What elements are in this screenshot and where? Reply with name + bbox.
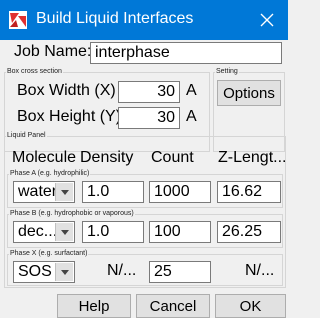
phase-b-count-value: 100 <box>154 223 181 240</box>
chevron-down-icon <box>60 269 69 275</box>
phase-b-molecule-value: dec... <box>18 223 58 240</box>
phase-x-count-input[interactable]: 25 <box>149 261 211 283</box>
chevron-down-icon <box>60 229 69 235</box>
setting-label: Setting <box>215 68 239 76</box>
box-height-unit: A <box>186 108 197 125</box>
window-title: Build Liquid Interfaces <box>36 10 194 27</box>
help-button[interactable]: Help <box>57 294 131 318</box>
phase-a-z-length-value: 16.62 <box>222 183 263 200</box>
close-button[interactable] <box>246 0 288 40</box>
phase-b-z-length-value: 26.25 <box>222 223 263 240</box>
phase-a-density-input[interactable]: 1.0 <box>82 181 144 203</box>
phase-a-z-length-field: 16.62 <box>217 181 281 203</box>
phase-b-dropdown-button[interactable] <box>55 223 73 241</box>
box-height-label: Box Height (Y) <box>17 108 122 125</box>
liquid-panel-label: Liquid Panel <box>6 132 47 140</box>
phase-a-count-input[interactable]: 1000 <box>149 181 211 203</box>
phase-x-molecule-value: SOS <box>18 263 52 280</box>
cancel-button-label: Cancel <box>149 297 197 315</box>
phase-x-molecule-select[interactable]: SOS <box>13 261 75 283</box>
phase-a-density-value: 1.0 <box>87 183 110 200</box>
header-count: Count <box>151 149 194 166</box>
phase-x-dropdown-button[interactable] <box>55 263 73 281</box>
close-icon <box>260 13 274 27</box>
header-z-length: Z-Lengt... <box>218 149 287 166</box>
chevron-down-icon <box>60 189 69 195</box>
phase-b-molecule-select[interactable]: dec... <box>13 221 75 243</box>
box-width-value: 30 <box>157 83 175 100</box>
app-icon <box>9 11 27 29</box>
phase-b-density-value: 1.0 <box>87 223 110 240</box>
job-name-label: Job Name: <box>14 43 92 60</box>
box-width-input[interactable]: 30 <box>118 81 180 103</box>
options-button[interactable]: Options <box>217 80 281 106</box>
box-width-label: Box Width (X) <box>17 82 116 99</box>
header-density: Density <box>80 149 134 166</box>
cancel-button[interactable]: Cancel <box>136 294 210 318</box>
box-cross-section-label: Box cross section <box>6 68 63 76</box>
phase-a-dropdown-button[interactable] <box>55 183 73 201</box>
phase-b-density-input[interactable]: 1.0 <box>82 221 144 243</box>
phase-a-molecule-select[interactable]: water <box>13 181 75 203</box>
phase-x-count-value: 25 <box>154 263 172 280</box>
phase-a-molecule-value: water <box>18 183 58 200</box>
header-molecule: Molecule <box>12 149 77 166</box>
job-name-value: interphase <box>95 44 170 61</box>
phase-b-count-input[interactable]: 100 <box>149 221 211 243</box>
phase-a-label: Phase A (e.g. hydrophilic) <box>9 170 91 178</box>
box-height-input[interactable]: 30 <box>118 107 180 129</box>
job-name-input[interactable]: interphase <box>90 42 282 64</box>
phase-b-z-length-field: 26.25 <box>217 221 281 243</box>
box-height-value: 30 <box>157 109 175 126</box>
phase-x-density-value: N/... <box>107 262 137 279</box>
box-width-unit: A <box>186 82 197 99</box>
phase-b-label: Phase B (e.g. hydrophobic or vaporous) <box>9 210 135 218</box>
phase-a-count-value: 1000 <box>154 183 190 200</box>
title-bar: Build Liquid Interfaces <box>0 0 288 40</box>
ok-button[interactable]: OK <box>215 294 286 318</box>
phase-x-z-length-value: N/... <box>245 262 275 279</box>
phase-x-label: Phase X (e.g. surfactant) <box>9 250 89 258</box>
ok-button-label: OK <box>239 297 262 315</box>
help-button-label: Help <box>78 297 110 315</box>
options-button-label: Options <box>223 84 275 102</box>
